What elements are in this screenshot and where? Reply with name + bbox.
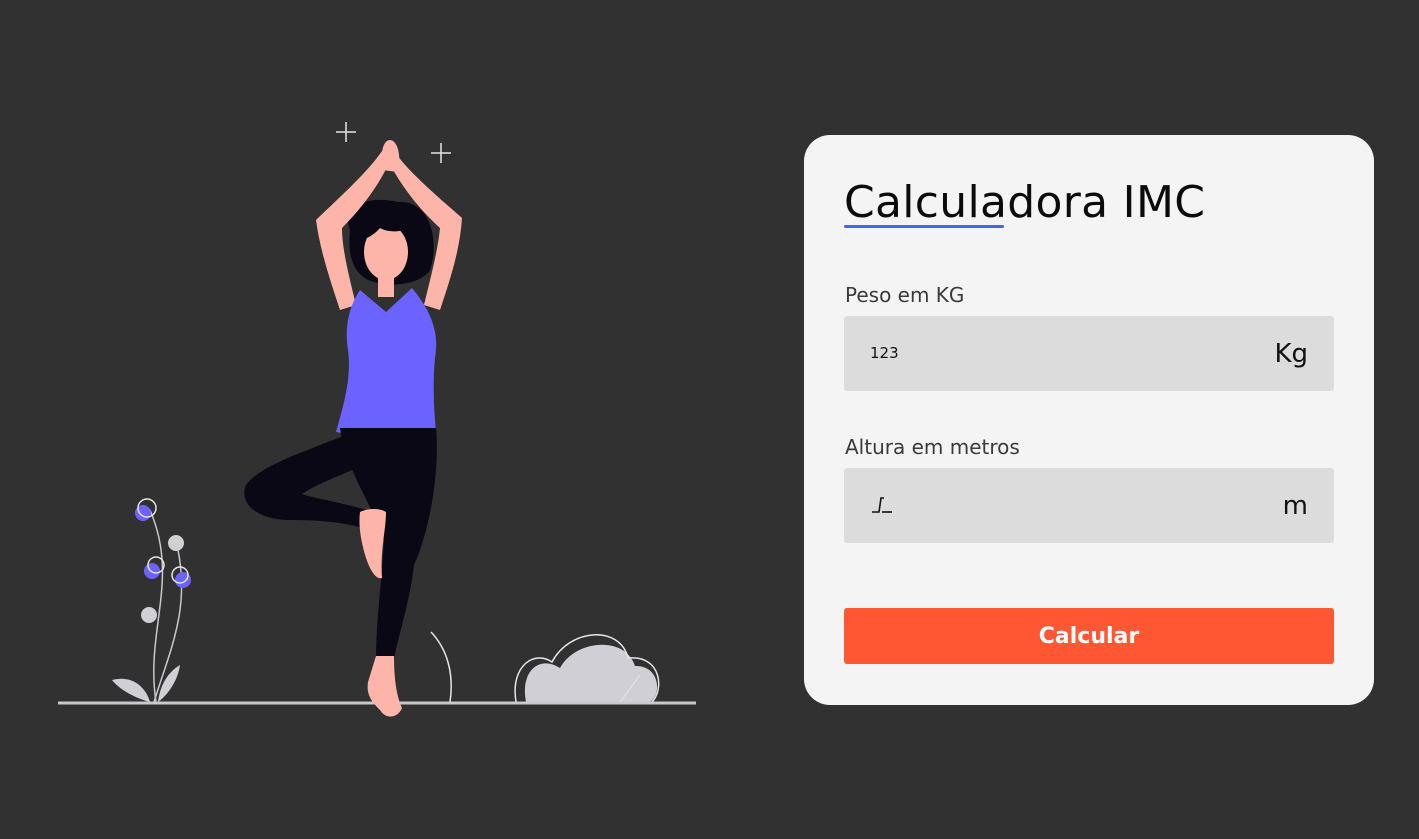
weight-field[interactable]: 123 Kg bbox=[844, 316, 1334, 393]
grass-blade bbox=[430, 631, 452, 703]
weight-unit: Kg bbox=[1274, 339, 1308, 369]
yoga-woman bbox=[244, 140, 462, 717]
imc-page: Calculadora IMC Peso em KG 123 Kg Altura… bbox=[0, 0, 1419, 839]
height-unit: m bbox=[1282, 491, 1308, 521]
calculate-button[interactable]: Calcular bbox=[844, 608, 1334, 664]
ruler-step-icon bbox=[870, 494, 894, 522]
rock bbox=[514, 634, 660, 703]
height-field[interactable]: m bbox=[844, 468, 1334, 545]
height-label: Altura em metros bbox=[845, 435, 1020, 459]
page-title: Calculadora IMC bbox=[844, 177, 1206, 228]
height-input[interactable] bbox=[904, 468, 1248, 545]
flower-plant bbox=[112, 498, 191, 703]
numeric-123-icon: 123 bbox=[870, 344, 899, 362]
title-underline bbox=[844, 225, 1004, 228]
weight-input[interactable] bbox=[904, 316, 1248, 393]
yoga-illustration bbox=[58, 122, 696, 717]
ruler-step-svg bbox=[872, 497, 892, 513]
weight-label: Peso em KG bbox=[845, 283, 965, 307]
bmi-calculator-card: Calculadora IMC Peso em KG 123 Kg Altura… bbox=[804, 135, 1374, 705]
